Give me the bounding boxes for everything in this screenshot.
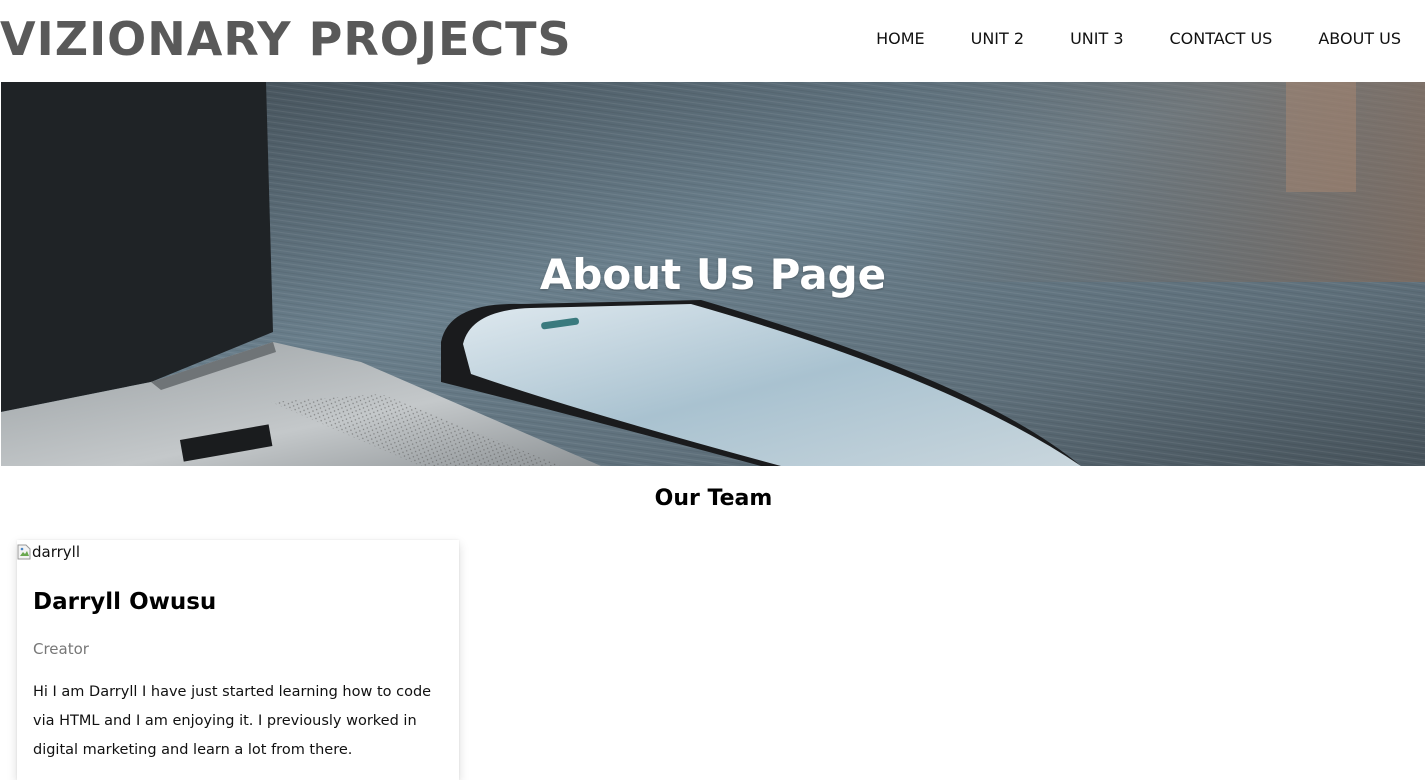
nav-link-contact-us[interactable]: CONTACT US bbox=[1170, 28, 1273, 50]
main-nav: HOME UNIT 2 UNIT 3 CONTACT US ABOUT US bbox=[830, 28, 1401, 50]
broken-image-icon bbox=[17, 544, 31, 560]
site-header: VIZIONARY PROJECTS HOME UNIT 2 UNIT 3 CO… bbox=[0, 0, 1427, 82]
nav-link-about-us[interactable]: ABOUT US bbox=[1318, 28, 1401, 50]
photo-alt-text: darryll bbox=[32, 543, 80, 561]
hero-banner: About Us Page bbox=[1, 82, 1425, 466]
site-logo[interactable]: VIZIONARY PROJECTS bbox=[0, 12, 572, 66]
nav-link-unit-3[interactable]: UNIT 3 bbox=[1070, 28, 1123, 50]
nav-link-unit-2[interactable]: UNIT 2 bbox=[971, 28, 1024, 50]
team-member-bio: Hi I am Darryll I have just started lear… bbox=[33, 684, 432, 758]
team-member-name: Darryll Owusu bbox=[33, 589, 217, 615]
hero-title: About Us Page bbox=[539, 250, 887, 299]
team-member-card: darryll Darryll Owusu Creator Hi I am Da… bbox=[17, 540, 459, 780]
team-member-role: Creator bbox=[33, 640, 89, 658]
nav-link-home[interactable]: HOME bbox=[876, 28, 925, 50]
team-member-photo: darryll bbox=[17, 542, 80, 562]
team-heading: Our Team bbox=[654, 486, 773, 511]
